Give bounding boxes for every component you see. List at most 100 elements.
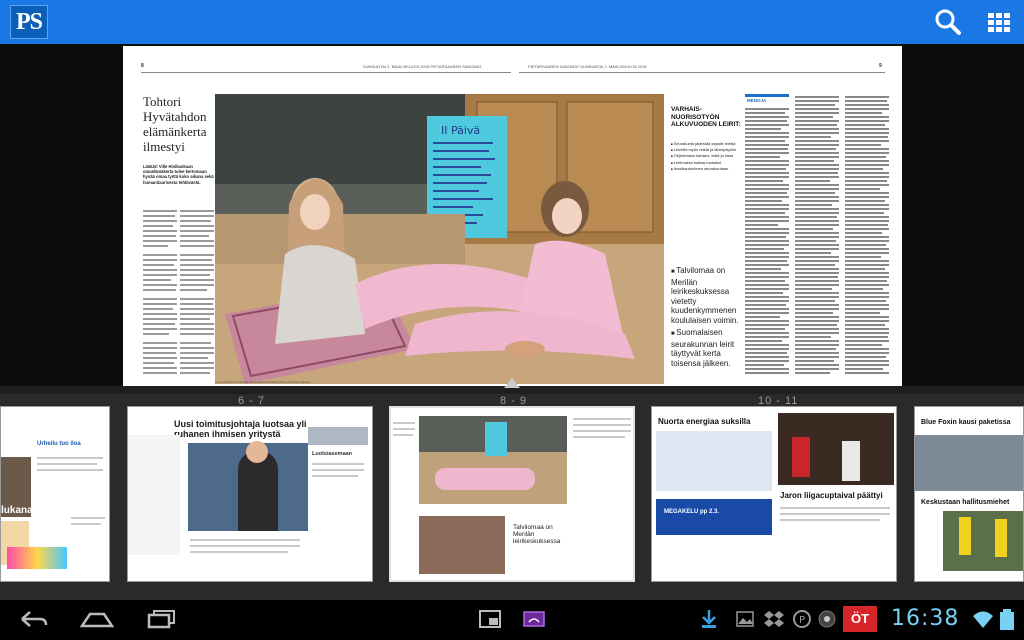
- notification-icon[interactable]: [815, 608, 839, 630]
- photo-girls-on-floor: II Päivä: [215, 94, 664, 384]
- thumb-photo-whiteboard: [485, 422, 507, 456]
- thumb-photo: [656, 431, 772, 491]
- thumb-text: [71, 517, 105, 519]
- thumb-subheadline: Jaron liigacuptaival päättyi: [780, 491, 883, 500]
- thumbnail-pages-8-9[interactable]: Talvilomaa on Merilän leirikeskuksessa: [389, 406, 635, 582]
- thumb-photo-person-head: [246, 441, 268, 463]
- search-icon: [935, 9, 961, 35]
- page-reader[interactable]: 8 9 SUNNUNTAI 2. MAALISKUUTA 2016 PIETAR…: [0, 44, 1024, 386]
- thumb-photo-player: [995, 519, 1007, 557]
- thumb-text: [393, 428, 415, 430]
- thumbnail-pages-4-5[interactable]: Urheilu tuo iloa lukanaan: [0, 406, 110, 582]
- article-headline: Tohtori Hyvätahdon elämänkerta ilmestyi: [143, 94, 207, 154]
- thumb-headline: Nuorta energiaa suksilla: [658, 417, 751, 426]
- thumb-photo-group: [419, 516, 505, 574]
- dropbox-icon[interactable]: [763, 608, 785, 630]
- listing-column: [845, 94, 889, 382]
- thumb-text: [312, 469, 364, 471]
- thumb-text: [393, 434, 413, 436]
- thumb-headline: Uusi toimitusjohtaja luotsaa yli ruhanen…: [174, 419, 307, 439]
- wireless-display-icon[interactable]: [522, 608, 546, 630]
- text-column: [143, 208, 177, 380]
- window-icon[interactable]: [478, 608, 502, 630]
- listing-column: [795, 94, 839, 382]
- wifi-icon: [973, 611, 993, 628]
- thumb-photo-player: [842, 441, 860, 481]
- rule: [141, 72, 511, 73]
- article-ingress: Lääkäri Ville Hivikankaan omaelämäkerta …: [143, 164, 214, 185]
- thumb-text: [573, 436, 625, 438]
- thumb-text: [190, 539, 300, 541]
- thumb-text: [573, 430, 631, 432]
- text-lines: [845, 96, 889, 374]
- ot-app-icon[interactable]: ÖT: [843, 606, 877, 632]
- thumb-ad: [656, 499, 772, 535]
- battery-icon: [1000, 609, 1014, 630]
- system-nav-bar: P ÖT 16:38: [0, 600, 1024, 640]
- thumb-text: [71, 523, 101, 525]
- rule: [519, 72, 885, 73]
- listing-accent-bar: [745, 94, 789, 97]
- thumb-text: [780, 519, 880, 521]
- thumb-text: [190, 545, 300, 547]
- left-page-number: 8: [141, 63, 144, 69]
- app-logo[interactable]: PS: [10, 5, 48, 39]
- image-icon[interactable]: [735, 608, 755, 630]
- list-item: Ilmoittautuminen seurakuntaan: [671, 166, 739, 172]
- thumb-subheadline: Keskustaan hallitusmiehet: [921, 499, 1010, 506]
- text-lines: [745, 108, 789, 374]
- thumb-text: [190, 551, 288, 553]
- collapse-handle-icon[interactable]: [504, 378, 520, 388]
- thumb-photo-player: [792, 437, 810, 477]
- whiteboard-title: II Päivä: [441, 124, 480, 137]
- thumb-text: [780, 507, 890, 509]
- listing-title: MENOJA: [747, 98, 767, 103]
- page-thumbnail-strip[interactable]: 6 - 7 8 - 9 10 - 11 Urheilu tuo iloa luk…: [0, 378, 1024, 600]
- thumb-ad-text: MEGAKELU pp 2.3.: [664, 509, 720, 515]
- text-lines: [143, 210, 177, 374]
- list-item: Ohjelmassa hartaus, leikit ja kisat: [671, 153, 739, 159]
- left-running-head: SUNNUNTAI 2. MAALISKUUTA 2016 PIETARSAAR…: [363, 64, 482, 69]
- thumb-headline: Urheilu tuo iloa: [37, 441, 81, 447]
- search-button[interactable]: [932, 6, 964, 38]
- thumb-photo: [308, 427, 368, 445]
- right-page-number: 9: [879, 63, 882, 69]
- sync-icon[interactable]: P: [791, 608, 813, 630]
- back-icon[interactable]: [18, 608, 48, 630]
- text-column: [180, 208, 214, 380]
- recent-apps-icon[interactable]: [145, 608, 177, 630]
- text-lines: [180, 210, 214, 374]
- thumbnail-pages-10-11[interactable]: Nuorta energiaa suksilla MEGAKELU pp 2.3…: [651, 406, 897, 582]
- home-icon[interactable]: [80, 608, 114, 630]
- newspaper-spread[interactable]: 8 9 SUNNUNTAI 2. MAALISKUUTA 2016 PIETAR…: [123, 46, 902, 386]
- listing-column: [745, 106, 789, 382]
- thumb-text: [37, 469, 103, 471]
- thumb-subheadline: lukanaan: [1, 505, 45, 516]
- status-clock: 16:38: [891, 606, 960, 631]
- thumb-text: [573, 418, 631, 420]
- thumbnail-pages-6-7[interactable]: Uusi toimitusjohtaja luotsaa yli ruhanen…: [127, 406, 373, 582]
- text-lines: [795, 96, 839, 374]
- action-bar: PS: [0, 0, 1024, 44]
- thumb-photo-player: [959, 517, 971, 555]
- thumb-text: [573, 424, 631, 426]
- svg-text:P: P: [799, 615, 805, 626]
- thumbnail-pages-12-13[interactable]: Blue Foxin kausi paketissa Keskustaan ha…: [914, 406, 1024, 582]
- thumb-headline: Talvilomaa on Merilän leirikeskuksessa: [513, 524, 561, 545]
- thumb-text: [312, 463, 364, 465]
- thumb-text: [780, 513, 890, 515]
- thumb-text: [393, 422, 415, 424]
- thumb-photo-girls: [435, 468, 535, 490]
- pages-grid-button[interactable]: [984, 6, 1016, 38]
- thumb-photo: [943, 511, 1023, 571]
- right-running-head: PIETARSAAREN SANOMAT SUNNUNTAI 2. MAALIS…: [528, 64, 647, 69]
- pull-quote-1: Talvilomaa on Merilän leirikeskuksessa v…: [671, 266, 739, 325]
- thumb-headline: Blue Foxin kausi paketissa: [921, 419, 1011, 426]
- thumb-subheadline: Luotsiasemaan: [312, 451, 353, 457]
- download-icon[interactable]: [700, 608, 718, 630]
- grid-icon: [988, 13, 1010, 32]
- pull-quote: ■ Talvilomaa on Merilän leirikeskuksessa…: [671, 266, 739, 368]
- thumb-text: [37, 457, 103, 459]
- sidebar-list: Seurakunta järjestää lapsille leirejä Le…: [671, 141, 739, 172]
- article-photo[interactable]: II Päivä: [215, 94, 664, 384]
